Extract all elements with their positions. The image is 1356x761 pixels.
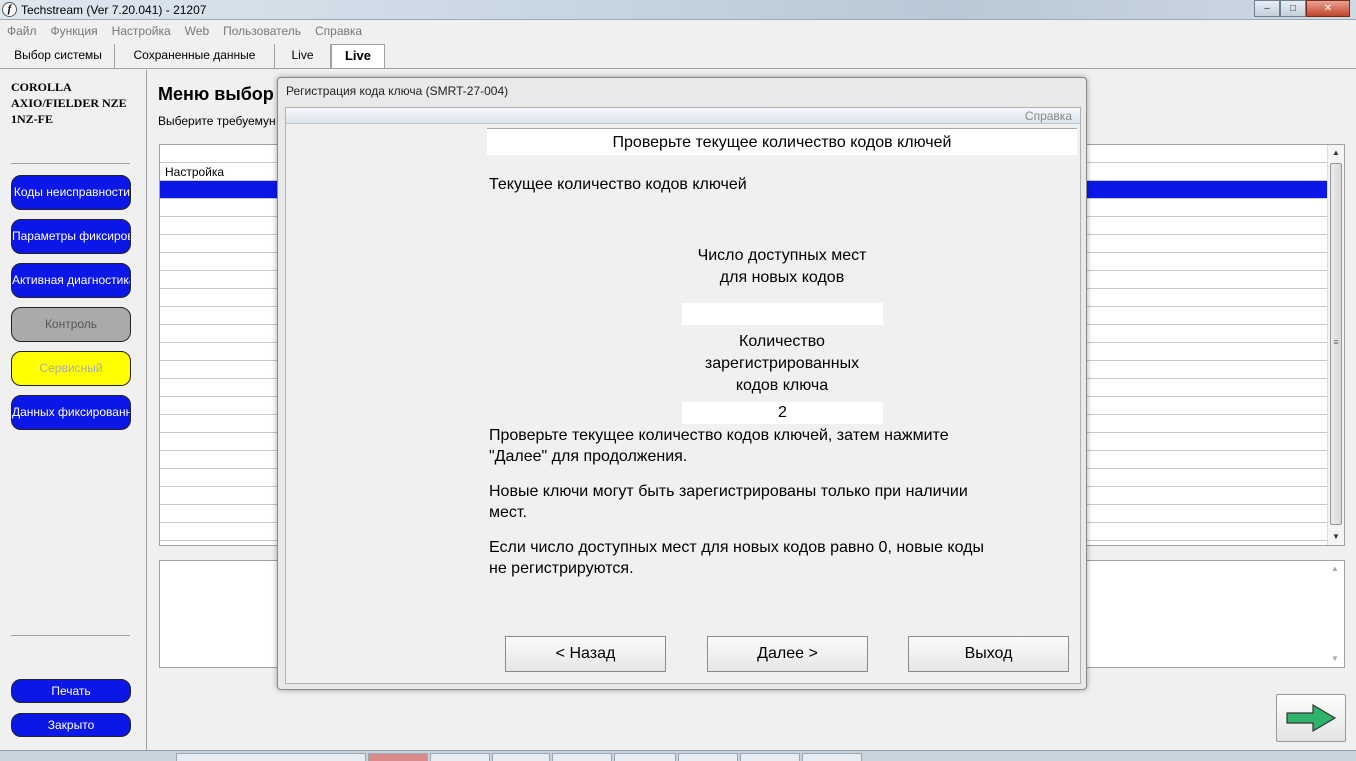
scroll-down-icon[interactable]: ▼ bbox=[1327, 651, 1343, 667]
free-slots-label-line2: для новых кодов bbox=[719, 269, 845, 286]
taskbar-item[interactable] bbox=[552, 753, 612, 761]
close-button[interactable]: Закрыто bbox=[11, 713, 131, 737]
taskbar-item[interactable] bbox=[492, 753, 550, 761]
tab-bar: Выбор системы Сохраненные данные Live Li… bbox=[0, 42, 1356, 69]
sidebar-item-dtc[interactable]: Коды неисправности bbox=[11, 175, 131, 210]
page-title: Меню выбор bbox=[158, 84, 274, 104]
sidebar-item-label: Параметры фиксированного bbox=[12, 229, 130, 243]
maximize-button[interactable]: □ bbox=[1280, 0, 1306, 17]
taskbar-item[interactable] bbox=[802, 753, 862, 761]
vehicle-model: COROLLA bbox=[11, 80, 72, 94]
print-button[interactable]: Печать bbox=[11, 679, 131, 703]
list-scrollbar[interactable]: ▲ ≡ ▼ bbox=[1327, 145, 1344, 545]
taskbar-item[interactable] bbox=[176, 753, 366, 761]
free-slots-label-line1: Число доступных мест bbox=[697, 247, 867, 264]
warning-line2: не регистрируются. bbox=[489, 560, 634, 577]
help-bar: Справка bbox=[286, 108, 1080, 124]
menu-web[interactable]: Web bbox=[178, 24, 216, 38]
sidebar-item-label: Контроль bbox=[44, 317, 98, 331]
next-arrow-button[interactable] bbox=[1276, 694, 1346, 742]
next-button[interactable]: Далее > bbox=[707, 636, 868, 672]
taskbar-item[interactable] bbox=[678, 753, 738, 761]
warning-line1: Если число доступных мест для новых кодо… bbox=[489, 539, 984, 556]
scroll-grip-icon: ≡ bbox=[1333, 337, 1339, 347]
exit-button[interactable]: Выход bbox=[908, 636, 1069, 672]
scroll-up-icon[interactable]: ▲ bbox=[1327, 561, 1343, 577]
sidebar-divider-top bbox=[11, 163, 130, 164]
taskbar-item[interactable] bbox=[368, 753, 428, 761]
tab-saved-data[interactable]: Сохраненные данные bbox=[115, 44, 275, 68]
note-line2: мест. bbox=[489, 504, 527, 521]
scroll-down-icon[interactable]: ▼ bbox=[1328, 529, 1344, 545]
minimize-button[interactable]: – bbox=[1254, 0, 1280, 17]
window-controls: – □ ✕ bbox=[1254, 0, 1350, 17]
title-bar: f Techstream (Ver 7.20.041) - 21207 – □ … bbox=[0, 0, 1356, 20]
sidebar-item-service[interactable]: Сервисный bbox=[11, 351, 131, 386]
menu-bar: Файл Функция Настройка Web Пользователь … bbox=[0, 21, 1356, 41]
sidebar-item-active-test[interactable]: Активная диагностика bbox=[11, 263, 131, 298]
menu-file[interactable]: Файл bbox=[0, 24, 44, 38]
current-count-label: Текущее количество кодов ключей bbox=[489, 176, 747, 193]
sidebar-item-label: Коды неисправности bbox=[13, 185, 130, 199]
menu-user[interactable]: Пользователь bbox=[216, 24, 308, 38]
registered-label-line3: кодов ключа bbox=[735, 377, 829, 394]
dialog-title: Регистрация кода ключа (SMRT-27-004) bbox=[286, 84, 509, 98]
menu-help[interactable]: Справка bbox=[308, 24, 369, 38]
registered-value: 2 bbox=[682, 402, 883, 424]
menu-settings[interactable]: Настройка bbox=[105, 24, 178, 38]
step-header: Проверьте текущее количество кодов ключе… bbox=[487, 128, 1077, 155]
sidebar-item-monitor[interactable]: Контроль bbox=[11, 307, 131, 342]
key-registration-dialog: Регистрация кода ключа (SMRT-27-004) Спр… bbox=[277, 77, 1087, 690]
tab-live-1[interactable]: Live bbox=[275, 44, 331, 68]
registered-label-line2: зарегистрированных bbox=[704, 355, 860, 372]
green-arrow-right-icon bbox=[1286, 703, 1337, 733]
dialog-body: Справка Проверьте текущее количество код… bbox=[285, 107, 1081, 684]
scroll-up-icon[interactable]: ▲ bbox=[1328, 145, 1344, 161]
sidebar-item-label: Активная диагностика bbox=[12, 273, 131, 287]
close-window-button[interactable]: ✕ bbox=[1306, 0, 1350, 17]
registered-label-line1: Количество bbox=[739, 333, 825, 350]
menu-function[interactable]: Функция bbox=[44, 24, 105, 38]
window-title: Techstream (Ver 7.20.041) - 21207 bbox=[21, 3, 207, 17]
tab-live-2[interactable]: Live bbox=[331, 44, 385, 68]
taskbar bbox=[0, 750, 1356, 761]
instruction-line2: "Далее" для продолжения. bbox=[489, 448, 688, 465]
app-icon: f bbox=[2, 2, 17, 17]
taskbar-item[interactable] bbox=[740, 753, 800, 761]
help-link[interactable]: Справка bbox=[1025, 109, 1072, 123]
instruction-line1: Проверьте текущее количество кодов ключе… bbox=[489, 427, 949, 444]
vehicle-engine: 1NZ-FE bbox=[11, 112, 53, 126]
sidebar-item-freeze-data[interactable]: Данных фиксированного bbox=[11, 395, 131, 430]
page-subtitle: Выберите требуемун bbox=[158, 114, 276, 128]
description-scrollbar[interactable]: ▲ ▼ bbox=[1327, 561, 1344, 667]
scroll-thumb[interactable]: ≡ bbox=[1330, 163, 1342, 525]
back-button[interactable]: < Назад bbox=[505, 636, 666, 672]
taskbar-item[interactable] bbox=[614, 753, 676, 761]
taskbar-item[interactable] bbox=[430, 753, 490, 761]
sidebar-divider-bottom bbox=[11, 635, 130, 636]
sidebar-item-label: Данных фиксированного bbox=[12, 405, 130, 419]
tab-system-select[interactable]: Выбор системы bbox=[2, 44, 115, 68]
vehicle-info: COROLLA AXIO/FIELDER NZE 1NZ-FE bbox=[11, 79, 141, 127]
vehicle-variant: AXIO/FIELDER NZE bbox=[11, 96, 127, 110]
sidebar: COROLLA AXIO/FIELDER NZE 1NZ-FE Коды неи… bbox=[0, 70, 147, 750]
sidebar-item-label: Сервисный bbox=[39, 361, 103, 375]
note-line1: Новые ключи могут быть зарегистрированы … bbox=[489, 483, 968, 500]
free-slots-value bbox=[682, 303, 883, 325]
sidebar-item-freeze-frame[interactable]: Параметры фиксированного bbox=[11, 219, 131, 254]
